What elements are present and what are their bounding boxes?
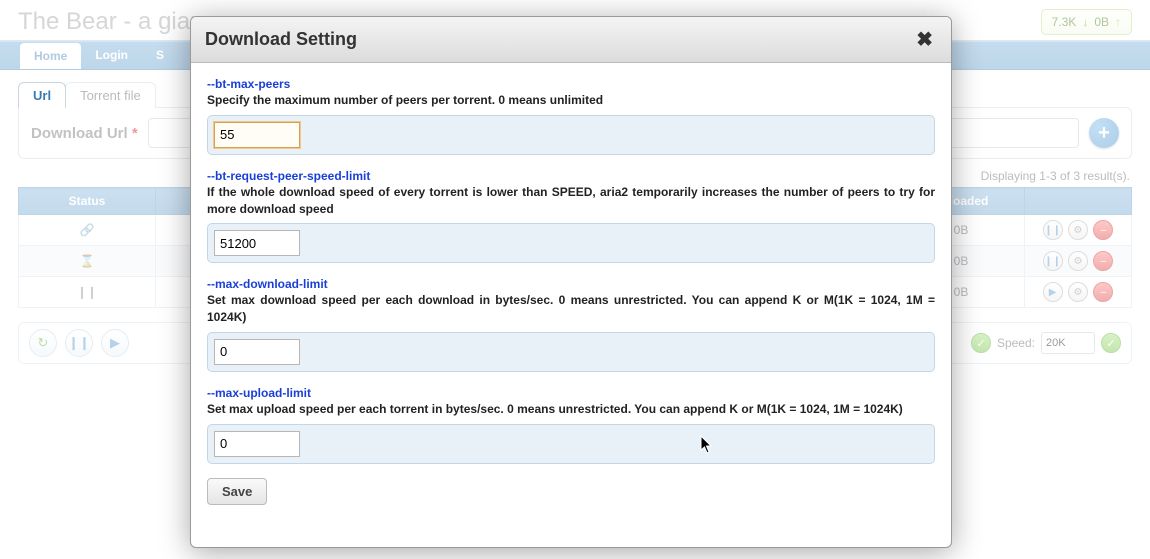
setting-key: --max-upload-limit [207,386,935,400]
setting-key: --bt-max-peers [207,77,935,91]
setting-field [207,223,935,263]
tab-url[interactable]: Url [18,82,66,108]
max-download-limit-input[interactable] [214,339,300,365]
download-setting-modal: Download Setting ✖ --bt-max-peers Specif… [190,16,952,548]
modal-body[interactable]: --bt-max-peers Specify the maximum numbe… [191,63,951,547]
setting-field [207,332,935,372]
modal-title: Download Setting [205,29,357,50]
setting-desc: Specify the maximum number of peers per … [207,92,935,109]
save-button[interactable]: Save [207,478,267,505]
bt-request-peer-speed-limit-input[interactable] [214,230,300,256]
setting-field [207,424,935,464]
close-icon[interactable]: ✖ [912,27,937,52]
setting-desc: If the whole download speed of every tor… [207,184,935,218]
setting-key: --bt-request-peer-speed-limit [207,169,935,183]
setting-desc: Set max download speed per each download… [207,292,935,326]
bt-max-peers-input[interactable] [214,122,300,148]
setting-desc: Set max upload speed per each torrent in… [207,401,935,418]
setting-field [207,115,935,155]
setting-key: --max-download-limit [207,277,935,291]
max-upload-limit-input[interactable] [214,431,300,457]
